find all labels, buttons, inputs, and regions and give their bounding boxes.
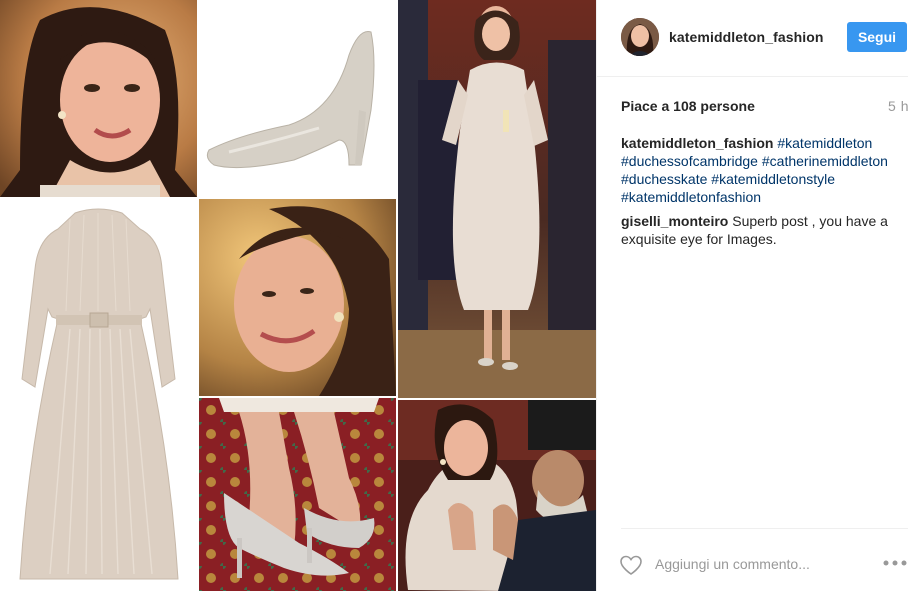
photo-glitter-pump [199, 0, 396, 197]
caption: katemiddleton_fashion #katemiddleton #du… [621, 134, 908, 206]
heart-outline-icon[interactable] [619, 553, 643, 577]
hashtag-link[interactable]: #duchessofcambridge [621, 153, 758, 169]
hashtag-link[interactable]: #katemiddletonstyle [711, 171, 835, 187]
likes-count[interactable]: Piace a 108 persone [621, 98, 755, 114]
post-header: katemiddleton_fashion Segui [597, 0, 908, 77]
photo-greeting-guest [398, 400, 596, 591]
follow-button[interactable]: Segui [847, 22, 907, 52]
caption-username[interactable]: katemiddleton_fashion [621, 135, 773, 151]
add-comment-input[interactable] [655, 553, 865, 575]
username-link[interactable]: katemiddleton_fashion [669, 29, 824, 45]
photo-portrait-smiling [0, 0, 197, 197]
comment-username[interactable]: giselli_monteiro [621, 213, 728, 229]
comment-item: giselli_monteiro Superb post , you have … [621, 212, 908, 248]
add-comment-bar [619, 528, 908, 591]
avatar[interactable] [621, 18, 659, 56]
instagram-post: katemiddleton_fashion Segui Piace a 108 … [0, 0, 908, 591]
post-image-collage[interactable] [0, 0, 596, 591]
timestamp[interactable]: 5 h [869, 98, 908, 114]
hashtag-link[interactable]: #katemiddletonfashion [621, 189, 761, 205]
hashtag-link[interactable]: #katemiddleton [777, 135, 872, 151]
photo-full-length-reception [398, 0, 596, 398]
more-options-icon[interactable] [881, 555, 908, 571]
photo-profile-smiling [199, 199, 396, 396]
photo-heel-closeup [199, 398, 396, 591]
hashtag-link[interactable]: #catherinemiddleton [762, 153, 888, 169]
hashtag-link[interactable]: #duchesskate [621, 171, 707, 187]
photo-pleated-dress [0, 199, 197, 591]
comments-list: katemiddleton_fashion #katemiddleton #du… [621, 134, 908, 254]
post-sidebar: katemiddleton_fashion Segui Piace a 108 … [596, 0, 908, 591]
